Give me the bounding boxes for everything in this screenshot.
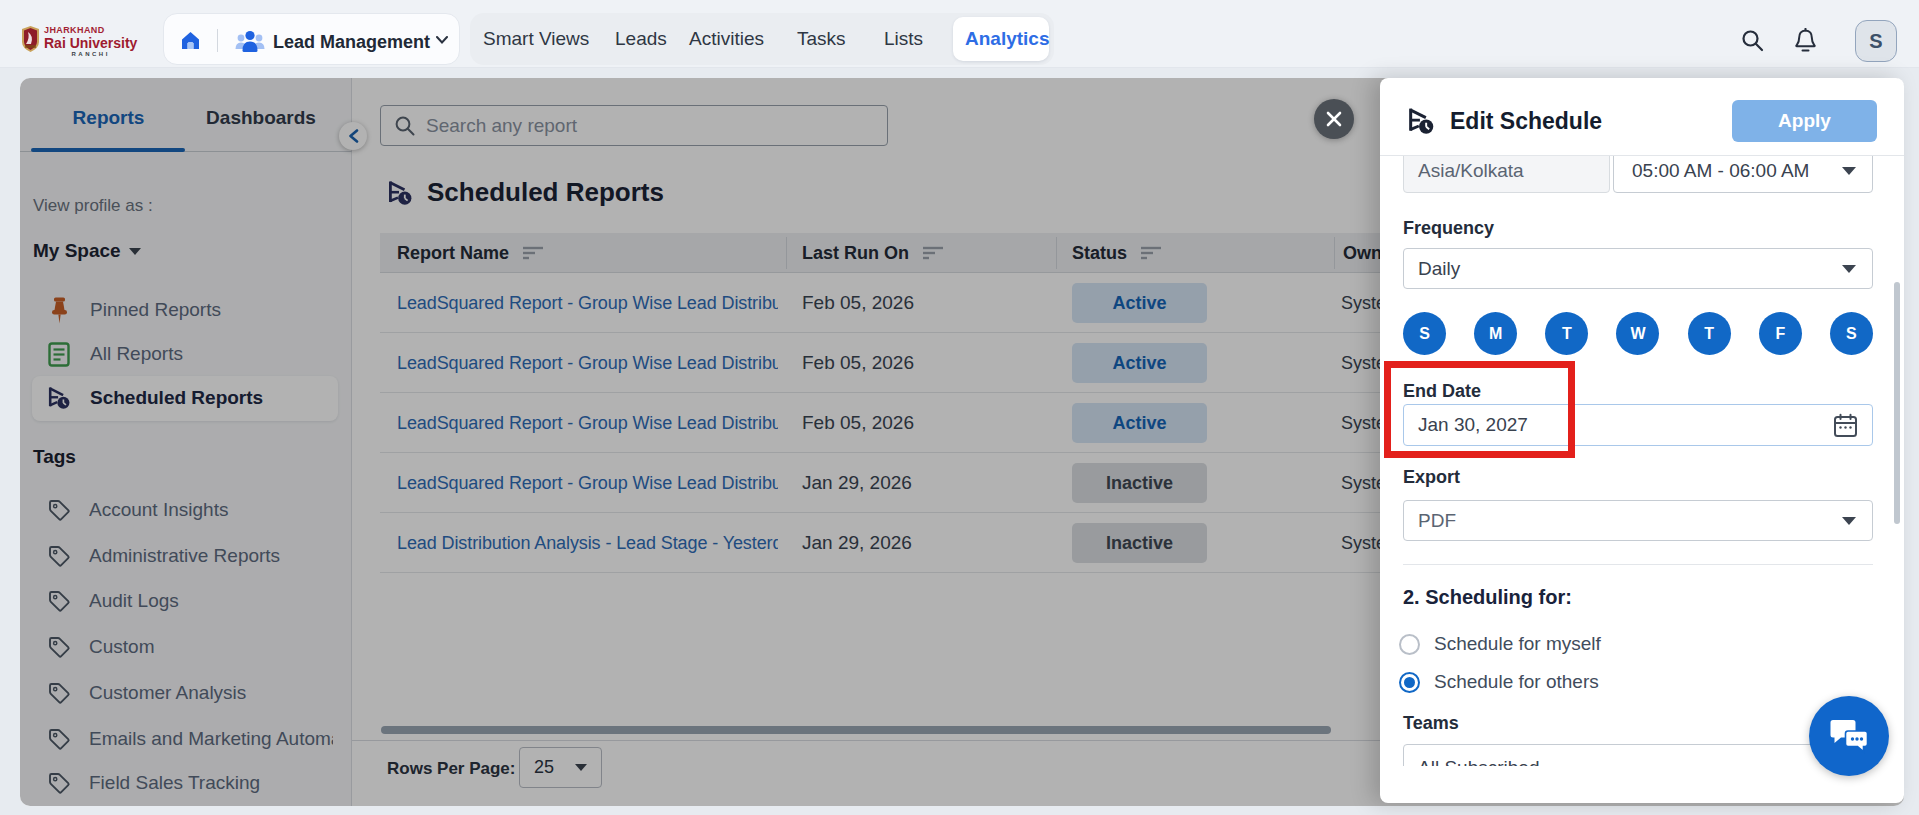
search-icon[interactable] (1740, 28, 1765, 53)
teams-select[interactable]: All Subscribed (1403, 744, 1873, 766)
nav-item-leads[interactable]: Leads (615, 26, 667, 52)
university-logo: JHARKHAND Rai University RANCHI (22, 26, 137, 58)
export-select[interactable]: PDF (1403, 500, 1873, 541)
day-toggle-sunday[interactable]: S (1403, 312, 1446, 355)
time-slot-value: 05:00 AM - 06:00 AM (1632, 160, 1809, 182)
home-icon[interactable] (181, 31, 200, 50)
workspace-people-icon (235, 29, 265, 53)
app-root: JHARKHAND Rai University RANCHI Lead Man… (0, 0, 1919, 815)
close-icon (1325, 110, 1343, 128)
logo-line-bottom: RANCHI (72, 51, 110, 58)
teams-value: All Subscribed (1418, 757, 1539, 766)
radio-label: Schedule for myself (1434, 633, 1601, 655)
export-caret-icon (1842, 517, 1856, 525)
user-avatar[interactable]: S (1855, 20, 1897, 62)
drawer-section-divider (1403, 564, 1873, 565)
day-toggle-wednesday[interactable]: W (1616, 312, 1659, 355)
radio-schedule-for-others[interactable]: Schedule for others (1399, 670, 1599, 694)
apply-button[interactable]: Apply (1732, 100, 1877, 142)
nav-item-analytics[interactable]: Analytics (965, 26, 1049, 52)
chat-bubbles-icon (1829, 718, 1869, 754)
day-toggle-monday[interactable]: M (1474, 312, 1517, 355)
radio-schedule-for-myself[interactable]: Schedule for myself (1399, 632, 1601, 656)
module-divider (217, 29, 218, 52)
teams-label: Teams (1403, 712, 1459, 734)
workspace-chevron-down-icon (436, 36, 448, 44)
drawer-scrollbar[interactable] (1894, 282, 1900, 524)
frequency-label: Frequency (1403, 217, 1494, 239)
nav-item-activities[interactable]: Activities (689, 26, 764, 52)
close-drawer-button[interactable] (1314, 99, 1354, 139)
logo-line-middle: Rai University (44, 36, 137, 50)
radio-label: Schedule for others (1434, 671, 1599, 693)
day-toggle-saturday[interactable]: S (1830, 312, 1873, 355)
radio-checked-icon (1399, 672, 1420, 693)
day-toggle-tuesday[interactable]: T (1545, 312, 1588, 355)
frequency-caret-icon (1842, 265, 1856, 273)
notifications-bell-icon[interactable] (1793, 28, 1818, 53)
frequency-value: Daily (1418, 258, 1460, 280)
edit-schedule-icon (1408, 107, 1434, 135)
annotation-highlight-rectangle (1384, 361, 1575, 458)
drawer-body: Asia/Kolkata 05:00 AM - 06:00 AM Frequen… (1380, 156, 1904, 766)
day-toggle-friday[interactable]: F (1759, 312, 1802, 355)
time-slot-select[interactable]: 05:00 AM - 06:00 AM (1613, 156, 1873, 193)
radio-unchecked-icon (1399, 634, 1420, 655)
university-logo-text: JHARKHAND Rai University RANCHI (44, 26, 137, 58)
chat-fab-button[interactable] (1809, 696, 1889, 776)
timezone-field[interactable]: Asia/Kolkata (1403, 156, 1610, 193)
week-days-row: S M T W T F S (1403, 312, 1873, 355)
calendar-icon (1833, 413, 1858, 438)
scheduling-for-title: 2. Scheduling for: (1403, 586, 1572, 609)
drawer-title: Edit Schedule (1450, 108, 1602, 135)
top-navigation-bar: JHARKHAND Rai University RANCHI Lead Man… (0, 0, 1919, 68)
frequency-select[interactable]: Daily (1403, 248, 1873, 289)
day-toggle-thursday[interactable]: T (1688, 312, 1731, 355)
nav-item-lists[interactable]: Lists (884, 26, 923, 52)
time-slot-caret-icon (1842, 167, 1856, 175)
workspace-selector[interactable]: Lead Management (273, 30, 430, 54)
nav-item-smart-views[interactable]: Smart Views (483, 26, 589, 52)
nav-item-tasks[interactable]: Tasks (797, 26, 846, 52)
logo-line-top: JHARKHAND (44, 26, 105, 35)
export-label: Export (1403, 466, 1460, 488)
university-emblem-icon (22, 26, 39, 52)
export-value: PDF (1418, 510, 1456, 532)
